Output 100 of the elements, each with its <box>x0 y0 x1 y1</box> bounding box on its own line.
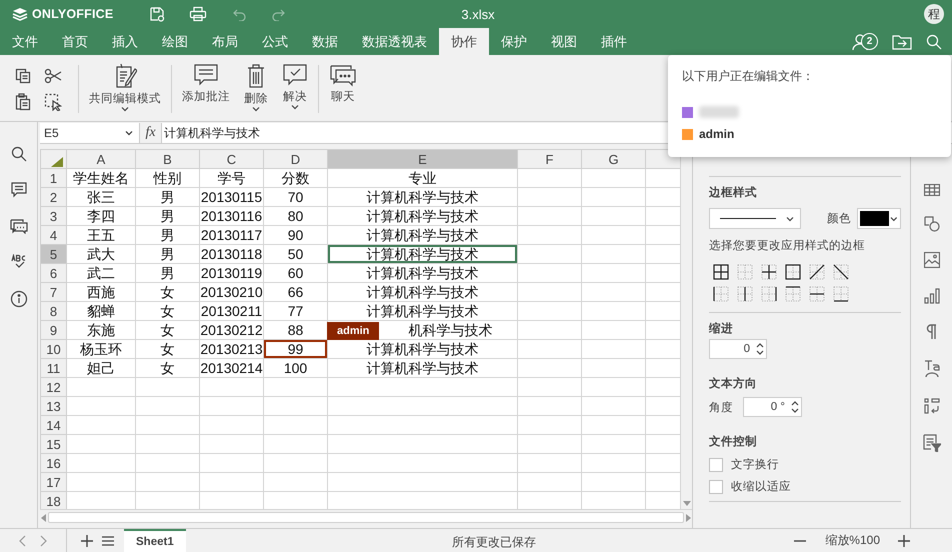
resolve-button[interactable]: 解决 <box>278 63 312 115</box>
logo-icon <box>12 7 28 21</box>
row-header[interactable]: 15 <box>40 434 66 454</box>
row-header[interactable]: 13 <box>40 396 66 416</box>
table-cell: 武大 <box>66 244 136 264</box>
row-header[interactable]: 7 <box>40 282 66 302</box>
menu-tab[interactable]: 公式 <box>250 28 300 55</box>
column-header[interactable]: C <box>200 150 264 168</box>
co-editing-mode-button[interactable]: 共同编辑模式 <box>85 63 165 115</box>
row-header[interactable]: 17 <box>40 472 66 492</box>
menu-tab[interactable]: 视图 <box>539 28 589 55</box>
select-cursor-icon[interactable] <box>44 93 62 111</box>
paste-icon[interactable] <box>15 93 31 111</box>
inner-vertical-icon[interactable] <box>737 286 753 302</box>
menu-tab[interactable]: 数据 <box>300 28 350 55</box>
spin-field[interactable]: 0 <box>709 339 767 359</box>
outer-borders-icon[interactable] <box>785 264 801 280</box>
chat-button[interactable]: 聊天 <box>325 63 361 115</box>
logo-text: ONLYOFFICE <box>32 7 114 21</box>
inner-borders-icon[interactable] <box>761 264 777 280</box>
checkbox[interactable]: 文字换行 <box>709 457 901 472</box>
image-icon[interactable] <box>924 252 940 268</box>
row-header[interactable]: 9 <box>40 320 66 340</box>
table-icon[interactable] <box>924 184 940 196</box>
pivot-swap-icon[interactable] <box>924 398 940 414</box>
chart-icon[interactable] <box>924 288 940 304</box>
row-header[interactable]: 5 <box>40 244 66 264</box>
menu-tab[interactable]: 保护 <box>489 28 539 55</box>
menu-tab[interactable]: 绘图 <box>150 28 200 55</box>
color-picker[interactable] <box>857 208 901 229</box>
row-header[interactable]: 12 <box>40 378 66 396</box>
horizontal-scrollbar[interactable] <box>48 512 684 523</box>
column-header[interactable]: B <box>136 150 200 168</box>
shape-icon[interactable] <box>924 216 940 232</box>
row-header[interactable]: 1 <box>40 168 66 188</box>
add-sheet-icon[interactable] <box>81 534 93 546</box>
add-comment-button[interactable]: 添加批注 <box>178 63 234 115</box>
spellcheck-icon[interactable] <box>10 254 26 270</box>
scissors-icon[interactable] <box>44 68 62 84</box>
bottom-border-icon[interactable] <box>833 286 849 302</box>
function-button[interactable]: fx <box>140 123 162 143</box>
sheet-list-icon[interactable] <box>102 534 114 546</box>
text-art-icon[interactable] <box>924 360 940 378</box>
menu-tab[interactable]: 布局 <box>200 28 250 55</box>
formula-input[interactable]: 计算机科学与技术 <box>162 123 642 143</box>
column-header[interactable]: D <box>264 150 328 168</box>
search-icon[interactable] <box>926 34 942 50</box>
table-cell: 20130211 <box>200 302 264 320</box>
row-header[interactable]: 8 <box>40 302 66 320</box>
menu-tab[interactable]: 文件 <box>0 28 50 55</box>
column-header[interactable]: E <box>328 150 518 168</box>
chat-icon[interactable] <box>10 218 28 234</box>
inner-horizontal-icon[interactable] <box>809 286 825 302</box>
row-header[interactable]: 18 <box>40 492 66 509</box>
table-cell: 男 <box>136 264 200 282</box>
table-cell: 张三 <box>66 188 136 206</box>
menu-tab[interactable]: 首页 <box>50 28 100 55</box>
sheet-tab[interactable]: Sheet1 <box>124 529 186 552</box>
diagonal-down-icon[interactable] <box>833 264 849 280</box>
spin-field[interactable]: 0 ° <box>743 397 802 417</box>
row-header[interactable]: 11 <box>40 358 66 378</box>
menu-tab[interactable]: 插件 <box>589 28 639 55</box>
row-header[interactable]: 16 <box>40 454 66 472</box>
copy-icon[interactable] <box>15 68 31 84</box>
all-borders-icon[interactable] <box>713 264 729 280</box>
row-header[interactable]: 2 <box>40 188 66 206</box>
table-cell: 计算机科学与技术 <box>328 340 518 358</box>
right-border-icon[interactable] <box>761 286 777 302</box>
delete-button[interactable]: 删除 <box>240 63 272 115</box>
zoom-in-icon[interactable] <box>898 534 910 546</box>
table-cell: 武二 <box>66 264 136 282</box>
column-header[interactable]: G <box>582 150 646 168</box>
filter-list-icon[interactable] <box>922 434 940 452</box>
save-icon[interactable] <box>149 6 166 22</box>
left-border-icon[interactable] <box>713 286 729 302</box>
column-header[interactable]: F <box>518 150 582 168</box>
border-style-select[interactable] <box>709 208 801 229</box>
paragraph-icon[interactable] <box>926 324 938 340</box>
folder-icon[interactable] <box>892 34 912 50</box>
online-users-button[interactable]: 2 <box>852 32 878 52</box>
row-header[interactable]: 6 <box>40 264 66 282</box>
row-header[interactable]: 14 <box>40 416 66 434</box>
checkbox[interactable]: 收缩以适应 <box>709 479 901 494</box>
row-header[interactable]: 10 <box>40 340 66 358</box>
table-cell: 女 <box>136 320 200 340</box>
menu-tab[interactable]: 协作 <box>439 28 489 55</box>
comment-icon[interactable] <box>10 182 26 198</box>
print-icon[interactable] <box>189 6 208 22</box>
menu-tab[interactable]: 数据透视表 <box>350 28 439 55</box>
row-header[interactable]: 3 <box>40 206 66 226</box>
column-header[interactable]: A <box>66 150 136 168</box>
user-avatar[interactable]: 程 <box>924 4 944 24</box>
search-icon[interactable] <box>10 146 26 162</box>
menu-tab[interactable]: 插入 <box>100 28 150 55</box>
row-header[interactable]: 4 <box>40 226 66 244</box>
info-icon[interactable] <box>10 290 28 308</box>
top-border-icon[interactable] <box>785 286 801 302</box>
spin-arrows-icon <box>756 342 764 356</box>
diagonal-up-icon[interactable] <box>809 264 825 280</box>
comment-check-icon <box>282 63 308 87</box>
